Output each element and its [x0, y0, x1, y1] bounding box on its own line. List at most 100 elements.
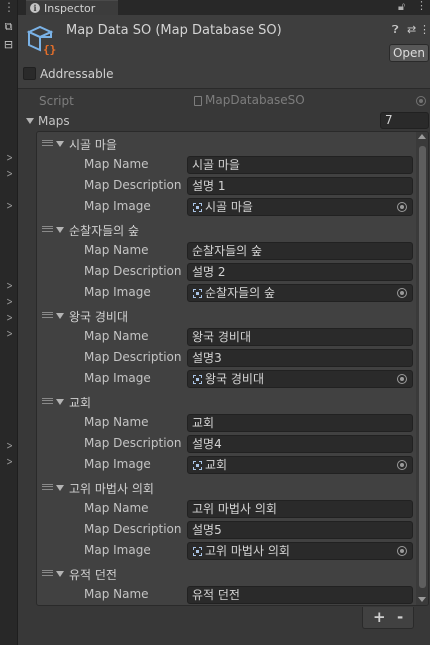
script-file-icon: [194, 96, 202, 106]
addressable-checkbox[interactable]: [23, 67, 36, 80]
maps-list: 시골 마을 Map Name 시골 마을 Map Description 설명 …: [36, 131, 429, 606]
asset-title: Map Data SO (Map Database SO): [66, 23, 282, 38]
foldout-arrow-icon[interactable]: [56, 227, 64, 233]
map-image-field[interactable]: 시골 마을: [187, 198, 413, 216]
map-image-value: 고위 마법사 의회: [205, 544, 290, 558]
drag-handle-icon[interactable]: [42, 312, 53, 318]
map-name-field[interactable]: 왕국 경비대: [187, 328, 413, 346]
map-name-field[interactable]: 교회: [187, 414, 413, 432]
scroll-up-icon[interactable]: [418, 134, 426, 139]
expand-arrow-icon[interactable]: >: [6, 440, 12, 452]
preset-icon[interactable]: ⇄: [407, 23, 416, 36]
map-description-field[interactable]: 설명5: [187, 521, 413, 539]
object-picker-icon[interactable]: [397, 546, 407, 556]
map-name-label: Map Name: [84, 587, 149, 601]
maps-label: Maps: [38, 114, 70, 128]
map-image-field[interactable]: 왕국 경비대: [187, 370, 413, 388]
list-footer: + -: [362, 607, 414, 629]
svg-text:{}: {}: [43, 43, 56, 55]
object-picker-icon[interactable]: [397, 288, 407, 298]
remove-element-button[interactable]: -: [397, 608, 403, 626]
drag-handle-icon[interactable]: [42, 484, 53, 490]
map-element-title: 고위 마법사 의회: [69, 482, 154, 496]
sprite-icon: [193, 461, 202, 470]
script-value: MapDatabaseSO: [205, 93, 305, 107]
script-label: Script: [39, 94, 74, 108]
object-picker-icon[interactable]: [397, 202, 407, 212]
map-image-label: Map Image: [84, 457, 151, 471]
map-name-label: Map Name: [84, 415, 149, 429]
scrollbar-thumb[interactable]: [419, 146, 426, 588]
map-element-title: 왕국 경비대: [69, 310, 129, 324]
map-description-field[interactable]: 설명 1: [187, 177, 413, 195]
map-name-field[interactable]: 고위 마법사 의회: [187, 500, 413, 518]
map-description-label: Map Description: [84, 350, 182, 364]
foldout-arrow-icon[interactable]: [56, 313, 64, 319]
map-element-title: 순찰자들의 숲: [69, 224, 140, 238]
expand-arrow-icon[interactable]: >: [6, 152, 12, 164]
tool-icon[interactable]: ⧉: [2, 20, 15, 33]
map-description-field[interactable]: 설명4: [187, 435, 413, 453]
expand-arrow-icon[interactable]: >: [6, 328, 12, 340]
tool-icon-2[interactable]: ⊟: [2, 38, 15, 51]
object-picker-icon[interactable]: [397, 374, 407, 384]
map-image-value: 왕국 경비대: [205, 372, 265, 386]
map-description-field[interactable]: 설명 2: [187, 263, 413, 281]
map-image-label: Map Image: [84, 285, 151, 299]
map-image-value: 순찰자들의 숲: [205, 286, 276, 300]
sidebar-menu-icon[interactable]: ⋮: [3, 1, 15, 13]
map-image-field[interactable]: 순찰자들의 숲: [187, 284, 413, 302]
map-image-field[interactable]: 교회: [187, 456, 413, 474]
maps-size-field[interactable]: 7: [380, 112, 429, 129]
lock-icon[interactable]: 🔓︎: [398, 0, 405, 14]
map-name-field[interactable]: 유적 던전: [187, 586, 413, 604]
object-picker-icon: [416, 96, 426, 106]
kebab-menu-icon[interactable]: ⋮: [416, 0, 427, 12]
list-scrollbar[interactable]: [416, 132, 428, 605]
help-icon[interactable]: ❓︎: [392, 23, 399, 37]
script-field: MapDatabaseSO: [190, 93, 429, 109]
map-image-label: Map Image: [84, 371, 151, 385]
scriptable-object-icon: {}: [26, 25, 56, 55]
map-image-value: 시골 마을: [205, 200, 253, 214]
drag-handle-icon[interactable]: [42, 398, 53, 404]
sprite-icon: [193, 203, 202, 212]
map-image-value: 교회: [205, 458, 228, 472]
scroll-down-icon[interactable]: [418, 597, 426, 602]
foldout-arrow-icon[interactable]: [56, 571, 64, 577]
left-sidebar-strip: ⋮ ⧉ ⊟ > > > > > > > > >: [0, 0, 18, 645]
object-picker-icon[interactable]: [397, 460, 407, 470]
map-image-field[interactable]: 고위 마법사 의회: [187, 542, 413, 560]
expand-arrow-icon[interactable]: >: [6, 200, 12, 212]
tab-bar: i Inspector 🔓︎ ⋮: [18, 0, 430, 15]
kebab-menu-icon[interactable]: ⋮: [419, 23, 430, 36]
drag-handle-icon[interactable]: [42, 570, 53, 576]
expand-arrow-icon[interactable]: >: [6, 456, 12, 468]
map-element-title: 교회: [69, 396, 92, 410]
tab-label: Inspector: [44, 2, 96, 15]
expand-arrow-icon[interactable]: >: [6, 280, 12, 292]
foldout-arrow-icon[interactable]: [56, 141, 64, 147]
drag-handle-icon[interactable]: [42, 226, 53, 232]
map-name-field[interactable]: 순찰자들의 숲: [187, 242, 413, 260]
expand-arrow-icon[interactable]: >: [6, 312, 12, 324]
foldout-arrow-icon[interactable]: [26, 118, 34, 124]
inspector-content: Script MapDatabaseSO Maps 7 시골 마을 Map Na…: [18, 90, 430, 645]
map-description-label: Map Description: [84, 178, 182, 192]
map-element-title: 유적 던전: [69, 568, 117, 582]
drag-handle-icon[interactable]: [42, 140, 53, 146]
expand-arrow-icon[interactable]: >: [6, 296, 12, 308]
info-icon: i: [30, 3, 40, 13]
open-button[interactable]: Open: [389, 44, 429, 62]
add-element-button[interactable]: +: [373, 608, 386, 626]
map-name-label: Map Name: [84, 329, 149, 343]
map-description-field[interactable]: 설명3: [187, 349, 413, 367]
map-name-field[interactable]: 시골 마을: [187, 156, 413, 174]
tab-inspector[interactable]: i Inspector: [26, 0, 118, 15]
sprite-icon: [193, 289, 202, 298]
expand-arrow-icon[interactable]: >: [6, 168, 12, 180]
foldout-arrow-icon[interactable]: [56, 399, 64, 405]
map-image-label: Map Image: [84, 199, 151, 213]
foldout-arrow-icon[interactable]: [56, 485, 64, 491]
map-description-label: Map Description: [84, 436, 182, 450]
